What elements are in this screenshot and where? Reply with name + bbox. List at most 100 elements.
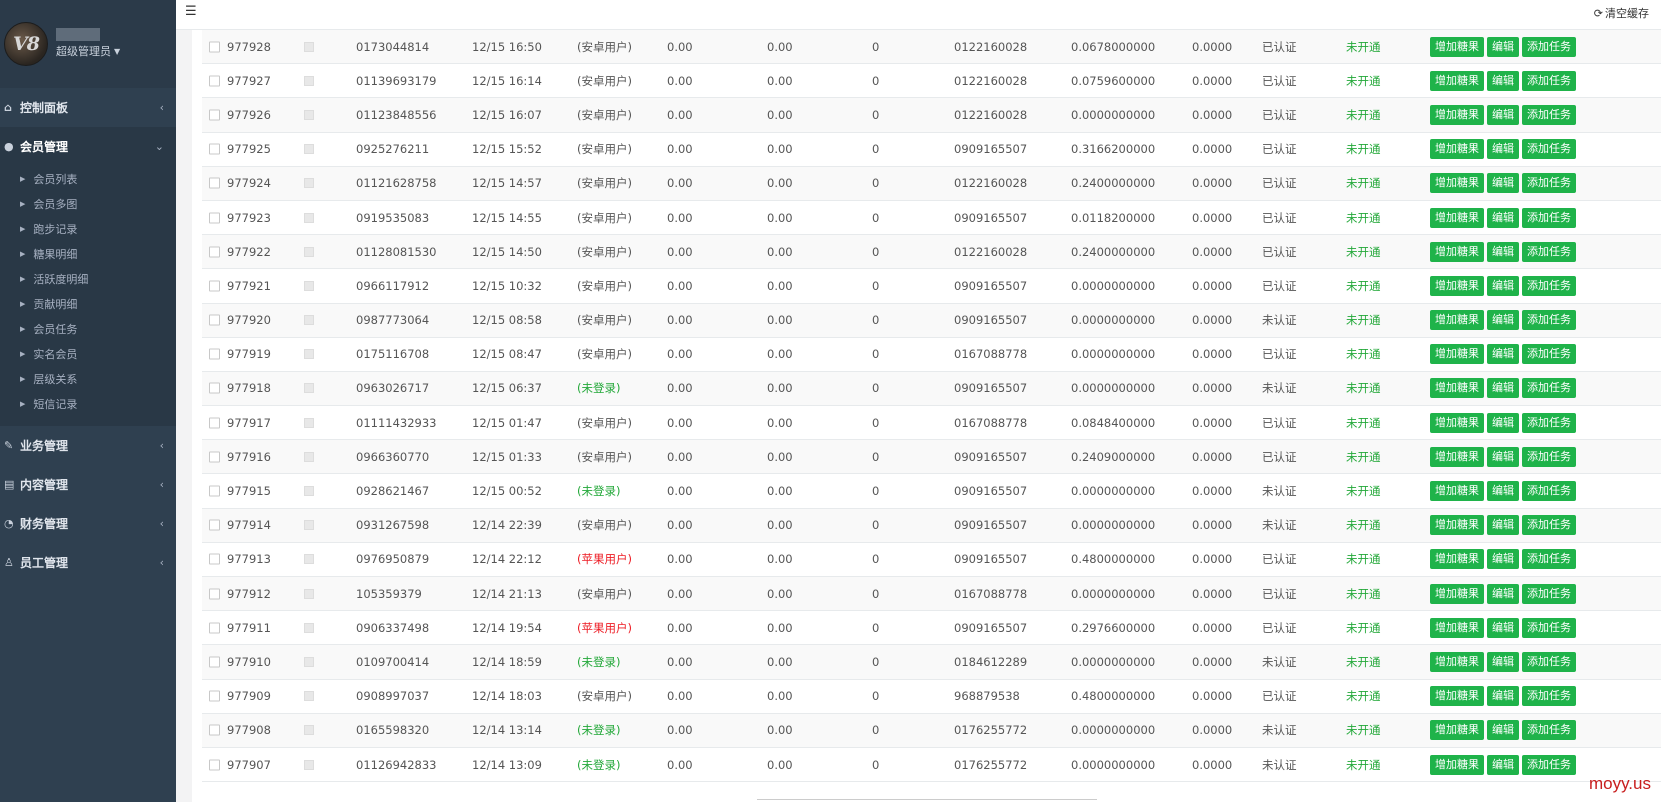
add-candy-button[interactable]: 增加糖果 (1430, 173, 1484, 194)
submenu-item-1[interactable]: ▶ 会员多图 (0, 191, 176, 216)
edit-button[interactable]: 编辑 (1487, 378, 1519, 399)
add-task-button[interactable]: 添加任务 (1522, 412, 1576, 433)
add-candy-button[interactable]: 增加糖果 (1430, 686, 1484, 707)
edit-button[interactable]: 编辑 (1487, 275, 1519, 296)
row-checkbox[interactable] (209, 417, 220, 429)
add-task-button[interactable]: 添加任务 (1522, 207, 1576, 228)
add-candy-button[interactable]: 增加糖果 (1430, 275, 1484, 296)
add-candy-button[interactable]: 增加糖果 (1430, 481, 1484, 502)
submenu-item-4[interactable]: ▶ 活跃度明细 (0, 266, 176, 291)
add-task-button[interactable]: 添加任务 (1522, 515, 1576, 536)
add-task-button[interactable]: 添加任务 (1522, 241, 1576, 262)
menu-item-0[interactable]: ⌂ 控制面板 ‹ (0, 88, 176, 127)
edit-button[interactable]: 编辑 (1487, 754, 1519, 775)
edit-button[interactable]: 编辑 (1487, 36, 1519, 57)
add-candy-button[interactable]: 增加糖果 (1430, 412, 1484, 433)
add-candy-button[interactable]: 增加糖果 (1430, 344, 1484, 365)
row-checkbox[interactable] (209, 724, 220, 736)
menu-item-5[interactable]: ♙ 员工管理 ‹ (0, 543, 176, 582)
edit-button[interactable]: 编辑 (1487, 617, 1519, 638)
row-checkbox[interactable] (209, 143, 220, 155)
menu-item-2[interactable]: ✎ 业务管理 ‹ (0, 426, 176, 465)
add-task-button[interactable]: 添加任务 (1522, 617, 1576, 638)
row-checkbox[interactable] (209, 588, 220, 600)
add-candy-button[interactable]: 增加糖果 (1430, 36, 1484, 57)
row-checkbox[interactable] (209, 553, 220, 565)
add-candy-button[interactable]: 增加糖果 (1430, 139, 1484, 160)
add-task-button[interactable]: 添加任务 (1522, 583, 1576, 604)
edit-button[interactable]: 编辑 (1487, 104, 1519, 125)
add-candy-button[interactable]: 增加糖果 (1430, 378, 1484, 399)
add-candy-button[interactable]: 增加糖果 (1430, 446, 1484, 467)
row-checkbox[interactable] (209, 656, 220, 668)
edit-button[interactable]: 编辑 (1487, 720, 1519, 741)
add-candy-button[interactable]: 增加糖果 (1430, 651, 1484, 672)
row-checkbox[interactable] (209, 314, 220, 326)
submenu-item-2[interactable]: ▶ 跑步记录 (0, 216, 176, 241)
edit-button[interactable]: 编辑 (1487, 515, 1519, 536)
submenu-item-0[interactable]: ▶ 会员列表 (0, 166, 176, 191)
row-checkbox[interactable] (209, 75, 220, 87)
edit-button[interactable]: 编辑 (1487, 651, 1519, 672)
add-task-button[interactable]: 添加任务 (1522, 720, 1576, 741)
edit-button[interactable]: 编辑 (1487, 412, 1519, 433)
edit-button[interactable]: 编辑 (1487, 446, 1519, 467)
edit-button[interactable]: 编辑 (1487, 310, 1519, 331)
edit-button[interactable]: 编辑 (1487, 583, 1519, 604)
add-task-button[interactable]: 添加任务 (1522, 378, 1576, 399)
menu-toggle-icon[interactable]: ☰ (185, 5, 197, 18)
menu-item-4[interactable]: ◔ 财务管理 ‹ (0, 504, 176, 543)
add-task-button[interactable]: 添加任务 (1522, 549, 1576, 570)
submenu-item-8[interactable]: ▶ 层级关系 (0, 366, 176, 391)
add-candy-button[interactable]: 增加糖果 (1430, 310, 1484, 331)
add-task-button[interactable]: 添加任务 (1522, 686, 1576, 707)
row-checkbox[interactable] (209, 280, 220, 292)
add-candy-button[interactable]: 增加糖果 (1430, 617, 1484, 638)
role-dropdown[interactable]: 超级管理员 ▼ (56, 43, 120, 59)
row-checkbox[interactable] (209, 246, 220, 258)
add-task-button[interactable]: 添加任务 (1522, 275, 1576, 296)
add-candy-button[interactable]: 增加糖果 (1430, 515, 1484, 536)
add-candy-button[interactable]: 增加糖果 (1430, 549, 1484, 570)
add-candy-button[interactable]: 增加糖果 (1430, 583, 1484, 604)
add-candy-button[interactable]: 增加糖果 (1430, 70, 1484, 91)
add-task-button[interactable]: 添加任务 (1522, 481, 1576, 502)
row-checkbox[interactable] (209, 451, 220, 463)
row-checkbox[interactable] (209, 519, 220, 531)
add-candy-button[interactable]: 增加糖果 (1430, 207, 1484, 228)
row-checkbox[interactable] (209, 109, 220, 121)
edit-button[interactable]: 编辑 (1487, 207, 1519, 228)
row-checkbox[interactable] (209, 759, 220, 771)
row-checkbox[interactable] (209, 690, 220, 702)
add-candy-button[interactable]: 增加糖果 (1430, 104, 1484, 125)
submenu-item-6[interactable]: ▶ 会员任务 (0, 316, 176, 341)
add-task-button[interactable]: 添加任务 (1522, 104, 1576, 125)
add-task-button[interactable]: 添加任务 (1522, 754, 1576, 775)
edit-button[interactable]: 编辑 (1487, 241, 1519, 262)
submenu-item-3[interactable]: ▶ 糖果明细 (0, 241, 176, 266)
menu-item-1[interactable]: ● 会员管理 ⌄ (0, 127, 176, 166)
edit-button[interactable]: 编辑 (1487, 549, 1519, 570)
menu-item-3[interactable]: ▤ 内容管理 ‹ (0, 465, 176, 504)
row-checkbox[interactable] (209, 212, 220, 224)
edit-button[interactable]: 编辑 (1487, 70, 1519, 91)
add-candy-button[interactable]: 增加糖果 (1430, 720, 1484, 741)
submenu-item-9[interactable]: ▶ 短信记录 (0, 391, 176, 416)
edit-button[interactable]: 编辑 (1487, 344, 1519, 365)
edit-button[interactable]: 编辑 (1487, 139, 1519, 160)
submenu-item-5[interactable]: ▶ 贡献明细 (0, 291, 176, 316)
add-candy-button[interactable]: 增加糖果 (1430, 241, 1484, 262)
row-checkbox[interactable] (209, 348, 220, 360)
add-task-button[interactable]: 添加任务 (1522, 651, 1576, 672)
add-task-button[interactable]: 添加任务 (1522, 139, 1576, 160)
row-checkbox[interactable] (209, 177, 220, 189)
row-checkbox[interactable] (209, 485, 220, 497)
add-task-button[interactable]: 添加任务 (1522, 36, 1576, 57)
add-task-button[interactable]: 添加任务 (1522, 446, 1576, 467)
row-checkbox[interactable] (209, 382, 220, 394)
edit-button[interactable]: 编辑 (1487, 481, 1519, 502)
add-task-button[interactable]: 添加任务 (1522, 344, 1576, 365)
row-checkbox[interactable] (209, 622, 220, 634)
add-task-button[interactable]: 添加任务 (1522, 310, 1576, 331)
edit-button[interactable]: 编辑 (1487, 686, 1519, 707)
